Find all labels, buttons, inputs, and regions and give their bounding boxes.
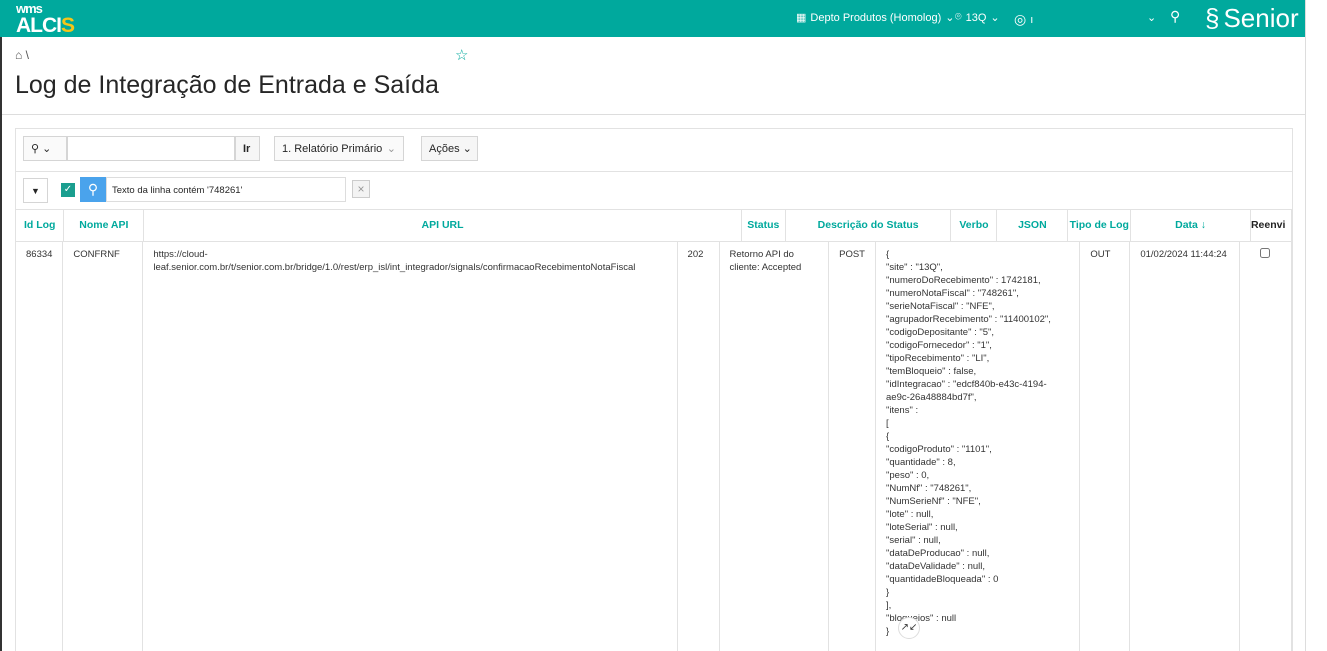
filter-text[interactable]: Texto da linha contém '748261'	[106, 177, 346, 202]
column-header-id-log[interactable]: Id Log	[16, 209, 65, 242]
building-icon: ▦	[796, 12, 807, 24]
home-icon[interactable]: ⌂	[15, 48, 22, 62]
table-header: Id Log Nome API API URL Status Descrição…	[16, 209, 1293, 242]
report-select[interactable]: 1. Relatório Primário ⌄	[274, 136, 404, 161]
actions-button[interactable]: Ações ⌄	[421, 136, 478, 161]
site-selector[interactable]: ⌾ 13Q ⌄	[955, 11, 1000, 24]
search-icon: ⚲	[80, 177, 106, 202]
left-edge	[0, 37, 2, 651]
column-header-reenviar[interactable]: Reenvi	[1250, 209, 1293, 242]
search-icon: ⚲ ⌄	[31, 143, 52, 155]
senior-s-icon: §	[1205, 3, 1220, 33]
expand-menu-button[interactable]: ⌄	[1147, 11, 1156, 24]
column-header-status[interactable]: Status	[741, 209, 786, 242]
collapse-filters-button[interactable]: ▼	[23, 178, 48, 203]
cell-api-url: https://cloud-leaf.senior.com.br/t/senio…	[142, 241, 678, 651]
column-header-json[interactable]: JSON	[996, 209, 1069, 242]
chevron-down-icon: ⌄	[945, 12, 955, 24]
cell-data: 01/02/2024 11:44:24	[1129, 241, 1241, 651]
go-button[interactable]: Ir	[235, 136, 260, 161]
filter-row: ▼ ✓ ⚲ Texto da linha contém '748261' ×	[16, 172, 1292, 210]
breadcrumb: ⌂ \	[15, 48, 29, 62]
report-toolbar: ⚲ ⌄ Ir 1. Relatório Primário ⌄ Ações ⌄	[16, 129, 1292, 172]
chevron-down-icon: ⌄	[386, 143, 396, 155]
senior-logo: § Senior	[1205, 3, 1299, 33]
cell-status: 202	[677, 241, 720, 651]
resend-checkbox[interactable]	[1260, 248, 1271, 258]
top-bar: wms ALCIS ▦ Depto Produtos (Homolog) ⌄ ⌾ 13Q…	[0, 0, 1305, 37]
cell-json: { "site" : "13Q", "numeroDoRecebimento" …	[875, 241, 1081, 651]
cell-descricao-status: Retorno API do cliente: Accepted	[719, 241, 830, 651]
column-header-verbo[interactable]: Verbo	[950, 209, 998, 242]
divider	[2, 114, 1305, 115]
chevron-down-icon: ⌄	[1147, 12, 1157, 24]
search-input[interactable]	[67, 136, 235, 161]
interactive-report: ⚲ ⌄ Ir 1. Relatório Primário ⌄ Ações ⌄ ▼ …	[15, 128, 1293, 651]
user-menu[interactable]: ◎ ı	[1014, 11, 1033, 28]
table-body: 86334 CONFRNF https://cloud-leaf.senior.…	[16, 241, 1292, 651]
json-content: { "site" : "13Q", "numeroDoRecebimento" …	[886, 249, 1051, 637]
cell-verbo: POST	[828, 241, 876, 651]
column-header-nome-api[interactable]: Nome API	[63, 209, 145, 242]
cell-nome-api: CONFRNF	[62, 241, 144, 651]
user-icon: ◎	[1014, 11, 1027, 27]
right-gutter	[1305, 0, 1327, 651]
filter-enabled-checkbox[interactable]: ✓	[61, 183, 75, 197]
cell-id-log: 86334	[16, 241, 64, 651]
remove-filter-button[interactable]: ×	[352, 180, 370, 198]
column-header-tipo-log[interactable]: Tipo de Log	[1067, 209, 1132, 242]
cell-tipo-log: OUT	[1079, 241, 1131, 651]
chevron-down-icon: ⌄	[990, 12, 1000, 24]
column-header-descricao-status[interactable]: Descrição do Status	[785, 209, 952, 242]
warehouse-selector[interactable]: ▦ Depto Produtos (Homolog) ⌄	[796, 11, 955, 25]
favorite-star-icon[interactable]: ☆	[455, 46, 468, 64]
wms-alcis-logo[interactable]: wms ALCIS	[16, 2, 75, 36]
page-title: Log de Integração de Entrada e Saída	[15, 71, 439, 99]
column-header-api-url[interactable]: API URL	[143, 209, 742, 242]
collapse-icon[interactable]: ↗↙	[898, 617, 920, 639]
column-header-data[interactable]: Data ↓	[1130, 209, 1251, 242]
cell-reenviar	[1239, 241, 1292, 651]
search-icon[interactable]: ⚲	[1170, 8, 1180, 25]
search-column-button[interactable]: ⚲ ⌄	[23, 136, 67, 161]
table-row: 86334 CONFRNF https://cloud-leaf.senior.…	[16, 241, 1292, 651]
location-pin-icon: ⌾	[955, 11, 962, 23]
